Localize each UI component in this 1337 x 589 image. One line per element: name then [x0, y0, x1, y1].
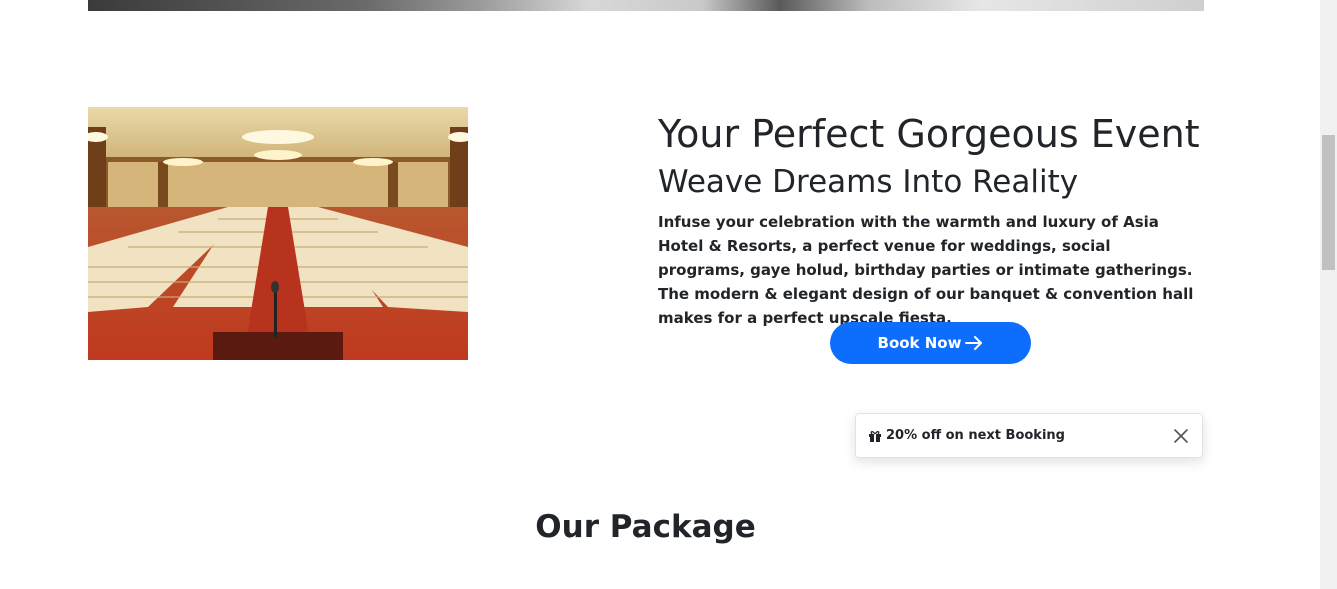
toast-text: 20% off on next Booking	[886, 428, 1065, 443]
scrollbar-thumb[interactable]	[1322, 135, 1335, 270]
gift-icon	[868, 429, 882, 443]
package-section-title: Our Package	[535, 509, 756, 545]
top-banner-image	[88, 0, 1204, 11]
banquet-hall-image	[88, 107, 468, 360]
event-subtitle: Weave Dreams Into Reality	[658, 164, 1079, 200]
event-description: Infuse your celebration with the warmth …	[658, 213, 1194, 327]
page-scrollbar[interactable]	[1320, 0, 1337, 589]
discount-toast: 20% off on next Booking	[855, 413, 1203, 458]
event-content: Your Perfect Gorgeous Event Weave Dreams…	[658, 108, 1204, 330]
arrow-right-icon	[965, 336, 983, 350]
page: Your Perfect Gorgeous Event Weave Dreams…	[0, 0, 1337, 589]
book-now-label: Book Now	[877, 334, 962, 352]
event-title: Your Perfect Gorgeous Event	[658, 112, 1200, 156]
close-icon[interactable]	[1170, 425, 1192, 447]
book-now-button[interactable]: Book Now	[830, 322, 1031, 364]
